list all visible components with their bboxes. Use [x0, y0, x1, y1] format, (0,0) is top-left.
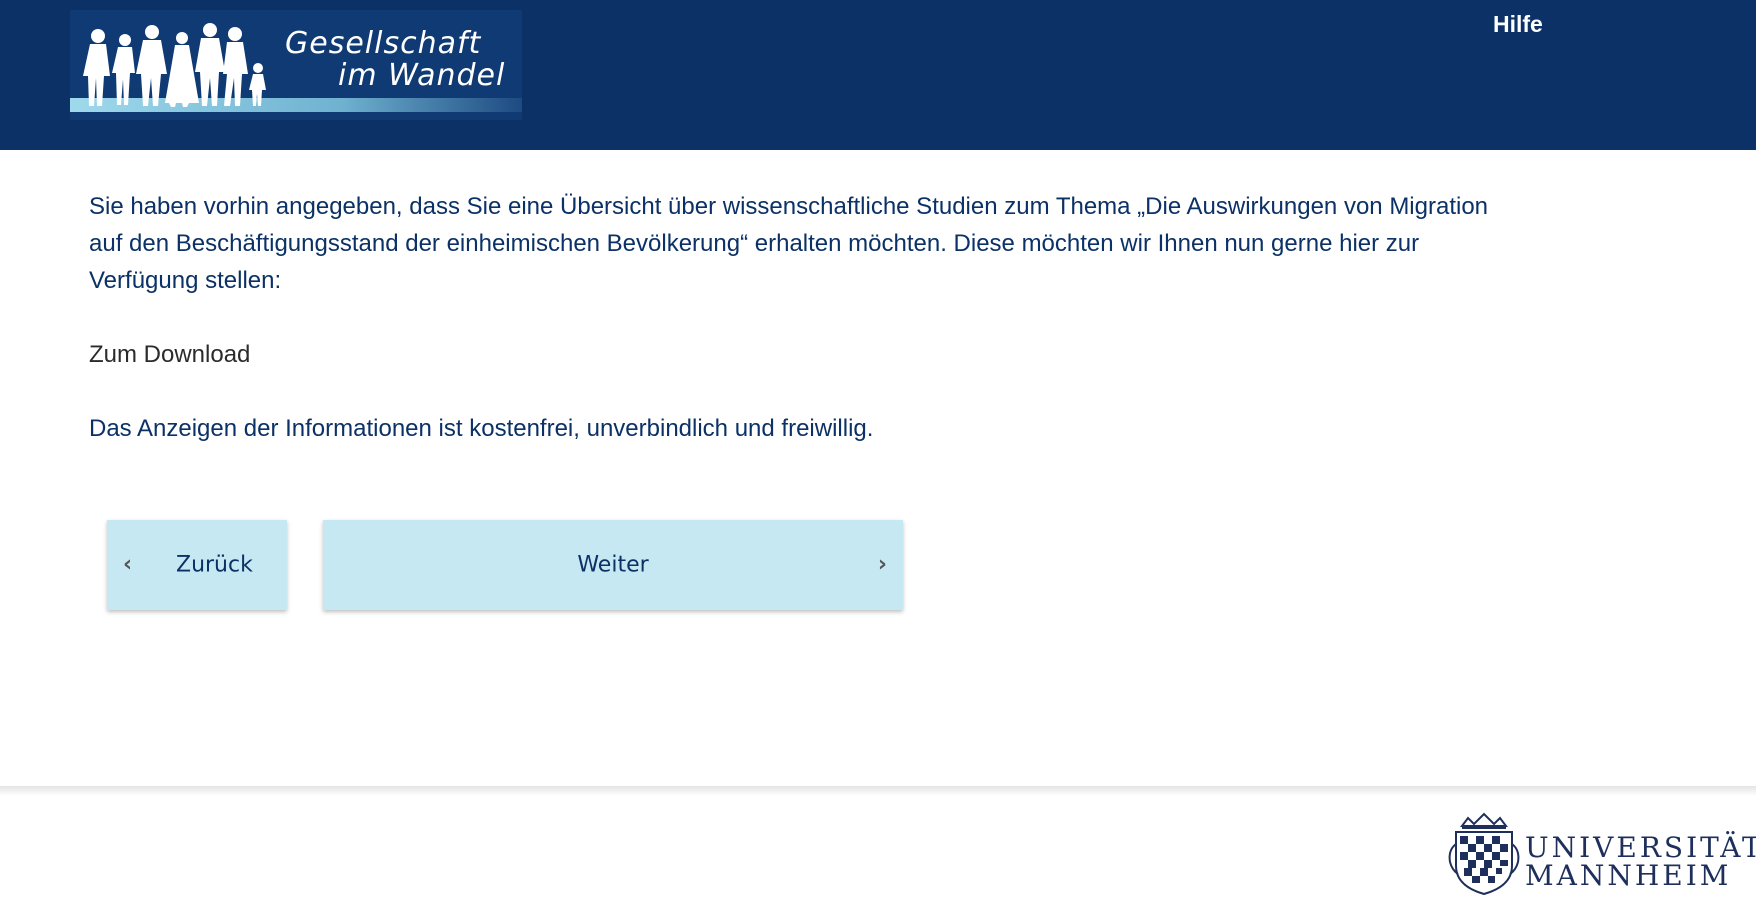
university-mannheim-logo: UNIVERSITÄT MANNHEIM — [1446, 810, 1756, 900]
university-name-line2: MANNHEIM — [1525, 859, 1732, 892]
site-header: Gesellschaft im Wandel Hilfe — [0, 0, 1756, 150]
next-button[interactable]: Weiter › — [323, 520, 903, 610]
university-crest-icon — [1448, 812, 1520, 896]
logo-title-line2: im Wandel — [338, 58, 506, 93]
info-note-text: Das Anzeigen der Informationen ist koste… — [89, 415, 874, 442]
chevron-left-icon: ‹ — [123, 552, 133, 577]
back-button-label: Zurück — [176, 552, 253, 578]
back-button[interactable]: ‹ Zurück — [107, 520, 287, 610]
intro-text: Sie haben vorhin angegeben, dass Sie ein… — [89, 193, 1489, 294]
download-link[interactable]: Zum Download — [89, 336, 1519, 373]
help-link[interactable]: Hilfe — [1493, 11, 1543, 38]
logo-title-line1: Gesellschaft — [285, 26, 482, 61]
main-content: Sie haben vorhin angegeben, dass Sie ein… — [89, 188, 1519, 447]
gesellschaft-im-wandel-logo: Gesellschaft im Wandel — [70, 10, 522, 120]
university-name-line1: UNIVERSITÄT — [1525, 831, 1756, 864]
footer-divider — [0, 786, 1756, 796]
next-button-label: Weiter — [577, 552, 649, 578]
chevron-right-icon: › — [877, 552, 887, 577]
